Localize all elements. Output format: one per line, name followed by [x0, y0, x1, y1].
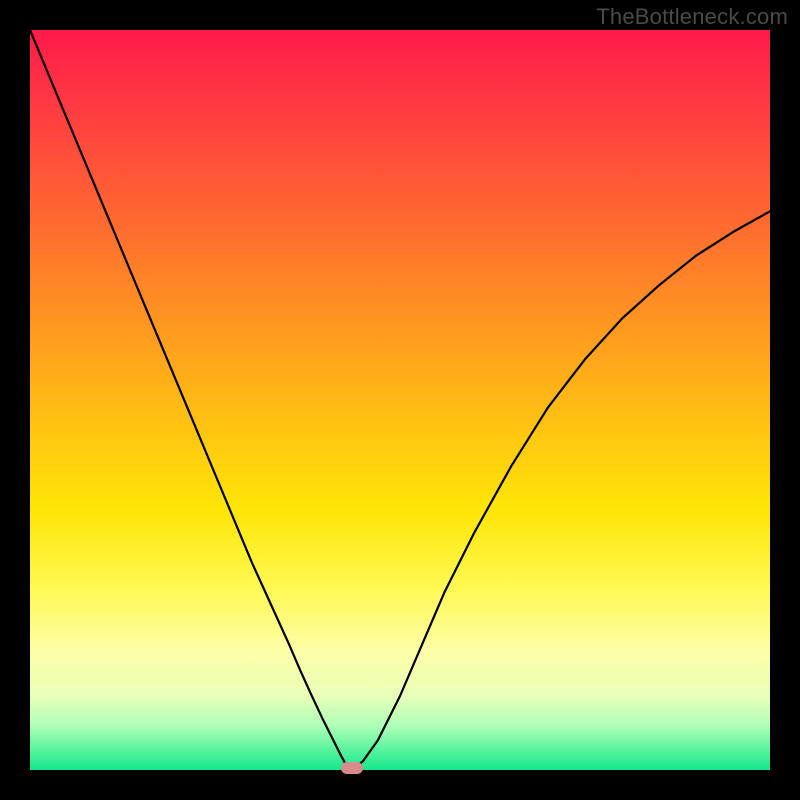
plot-area — [30, 30, 770, 770]
watermark-text: TheBottleneck.com — [596, 4, 788, 30]
optimal-point-marker — [341, 762, 363, 774]
curve-svg — [30, 30, 770, 770]
bottleneck-curve — [30, 30, 770, 770]
chart-frame: TheBottleneck.com — [0, 0, 800, 800]
